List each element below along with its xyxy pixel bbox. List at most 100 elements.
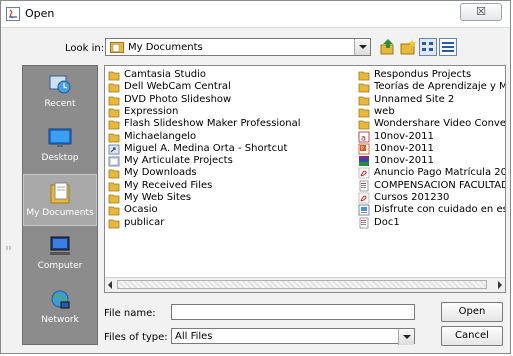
rar-icon bbox=[358, 155, 370, 167]
file-list-item[interactable]: My Received Files bbox=[108, 180, 348, 192]
file-list-item[interactable]: Doc1 bbox=[358, 217, 505, 229]
pdf-icon bbox=[358, 167, 370, 179]
file-name: My Downloads bbox=[124, 167, 197, 179]
up-one-level-icon[interactable] bbox=[379, 38, 397, 56]
folder-icon bbox=[358, 118, 370, 130]
file-name: My Web Sites bbox=[124, 192, 192, 203]
file-list-item[interactable]: Camtasia Studio bbox=[108, 69, 348, 81]
file-name: Camtasia Studio bbox=[124, 69, 207, 80]
new-folder-icon[interactable] bbox=[399, 38, 417, 56]
file-list-item[interactable]: Michaelangelo bbox=[108, 131, 348, 143]
file-list-item[interactable]: web bbox=[358, 106, 505, 118]
file-list-item[interactable]: My Web Sites bbox=[108, 192, 348, 204]
sidebar-item-recent[interactable]: Recent bbox=[23, 66, 97, 118]
file-name: Miguel A. Medina Orta - Shortcut bbox=[124, 142, 288, 154]
chevron-down-icon[interactable] bbox=[354, 39, 370, 55]
folder-icon bbox=[108, 217, 120, 229]
folder-icon bbox=[108, 204, 120, 216]
scroll-right-icon[interactable] bbox=[498, 281, 502, 289]
doc-icon bbox=[358, 217, 370, 229]
file-list-item[interactable]: My Downloads bbox=[108, 167, 348, 179]
dialog-title: Open bbox=[25, 7, 55, 20]
file-list-item[interactable]: P 10nov-2011 bbox=[358, 142, 505, 155]
close-icon: ☒ bbox=[476, 5, 486, 18]
file-name: Flash Slideshow Maker Professional bbox=[124, 118, 301, 130]
chevron-down-icon[interactable] bbox=[398, 329, 414, 345]
folder-icon bbox=[108, 167, 120, 179]
computer-icon bbox=[50, 236, 70, 255]
file-name: Michaelangelo bbox=[124, 130, 197, 142]
file-name: Disfrute con cuidado en esto bbox=[374, 204, 506, 216]
file-list-item[interactable]: Expression bbox=[108, 106, 348, 118]
folder-icon bbox=[108, 106, 120, 118]
file-list-item[interactable]: Cursos 201230 bbox=[358, 192, 505, 204]
file-name: DVD Photo Slideshow bbox=[124, 93, 232, 105]
sidebar-item-network[interactable]: Network bbox=[23, 282, 97, 334]
file-name: Anuncio Pago Matrícula 2012 bbox=[374, 167, 506, 179]
folder-icon bbox=[108, 94, 120, 106]
file-name: publicar bbox=[124, 216, 165, 228]
title-bar[interactable]: Open ☒ bbox=[1, 1, 510, 28]
details-view-icon[interactable] bbox=[439, 38, 457, 56]
folder-icon bbox=[358, 94, 370, 106]
look-in-combobox[interactable]: My Documents bbox=[105, 38, 371, 56]
horizontal-scrollbar[interactable] bbox=[105, 277, 505, 292]
file-list-item[interactable]: Dell WebCam Central bbox=[108, 81, 348, 93]
doc-img-icon bbox=[358, 204, 370, 216]
cancel-button[interactable]: Cancel bbox=[441, 326, 503, 346]
folder-icon bbox=[358, 106, 370, 118]
file-name: My Articulate Projects bbox=[124, 155, 233, 167]
java-app-icon bbox=[6, 7, 20, 21]
file-list-item[interactable]: Unnamed Site 2 bbox=[358, 93, 505, 106]
close-button[interactable]: ☒ bbox=[460, 3, 502, 21]
sidebar-item-my-documents[interactable]: My Documents bbox=[23, 174, 97, 226]
file-list-item[interactable]: Flash Slideshow Maker Professional bbox=[108, 118, 348, 130]
file-name: Respondus Projects bbox=[374, 69, 472, 80]
scroll-left-icon[interactable] bbox=[108, 281, 112, 289]
file-list-item[interactable]: COMPENSACION FACULTAD bbox=[358, 180, 505, 192]
sidebar-label-recent: Recent bbox=[44, 99, 76, 109]
scroll-thumb[interactable] bbox=[117, 280, 487, 289]
folder-icon bbox=[108, 69, 120, 81]
file-list[interactable]: Camtasia Studio Dell WebCam Central DVD Ph… bbox=[104, 65, 506, 293]
sidebar-label-desktop: Desktop bbox=[41, 153, 79, 163]
file-list-item[interactable]: Teorías de Aprendizaje y Mod bbox=[358, 81, 505, 93]
sidebar-item-computer[interactable]: Computer bbox=[23, 228, 97, 280]
file-list-item[interactable]: 10nov-2011 bbox=[358, 155, 505, 167]
sidebar-item-desktop[interactable]: Desktop bbox=[23, 120, 97, 172]
grip-icon bbox=[6, 246, 11, 250]
file-name: Dell WebCam Central bbox=[124, 81, 231, 93]
file-list-item[interactable]: publicar bbox=[108, 217, 348, 229]
svg-text:a: a bbox=[361, 133, 366, 142]
network-icon bbox=[51, 290, 70, 309]
file-name: 10nov-2011 bbox=[374, 155, 434, 167]
list-view-icon[interactable] bbox=[419, 38, 437, 56]
file-list-item[interactable]: Wondershare Video Converte bbox=[358, 118, 506, 130]
svg-text:P: P bbox=[361, 146, 364, 152]
look-in-value: My Documents bbox=[128, 42, 203, 53]
file-list-item[interactable]: Disfrute con cuidado en esto bbox=[358, 204, 506, 216]
file-list-item[interactable]: Ocasio bbox=[108, 204, 348, 216]
file-name-input[interactable] bbox=[171, 304, 415, 320]
file-list-item[interactable]: Anuncio Pago Matrícula 2012 bbox=[358, 167, 506, 179]
file-name: Cursos 201230 bbox=[374, 192, 450, 203]
file-list-item[interactable]: a 10nov-2011 bbox=[358, 131, 505, 143]
folder-icon bbox=[358, 81, 370, 93]
file-list-item[interactable]: DVD Photo Slideshow bbox=[108, 94, 348, 106]
open-button[interactable]: Open bbox=[441, 302, 503, 322]
file-list-item[interactable]: Respondus Projects bbox=[358, 69, 505, 81]
shortcut-icon bbox=[108, 143, 120, 155]
file-name: Expression bbox=[124, 105, 179, 117]
folder-icon bbox=[108, 81, 120, 93]
file-name: 10nov-2011 bbox=[374, 142, 434, 154]
files-of-type-value: All Files bbox=[175, 331, 213, 342]
file-name: Unnamed Site 2 bbox=[374, 93, 455, 105]
file-list-item[interactable]: My Articulate Projects bbox=[108, 155, 348, 167]
file-list-item[interactable]: Miguel A. Medina Orta - Shortcut bbox=[108, 143, 348, 155]
files-of-type-combobox[interactable]: All Files bbox=[171, 328, 415, 345]
powerpoint-icon: P bbox=[358, 143, 370, 155]
file-name: Wondershare Video Converte bbox=[374, 118, 506, 130]
pdf-icon bbox=[358, 192, 370, 204]
recent-icon bbox=[49, 75, 71, 94]
sidebar-label-computer: Computer bbox=[37, 261, 83, 271]
